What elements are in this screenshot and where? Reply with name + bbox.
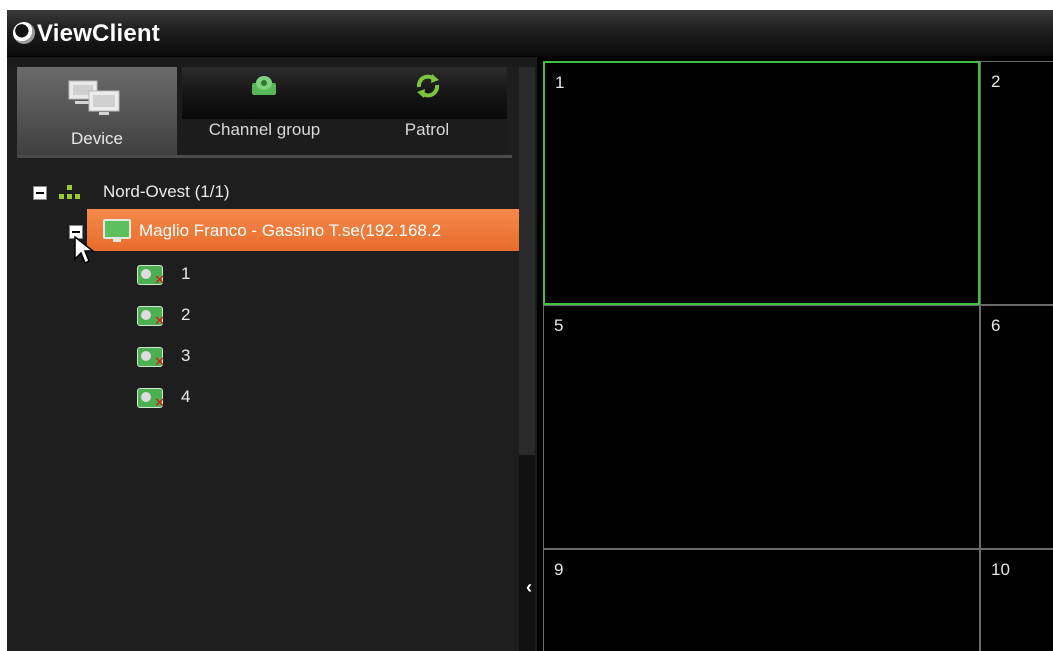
tab-patrol-label: Patrol (404, 120, 450, 139)
mouse-cursor-icon (74, 235, 96, 265)
video-cell-number: 6 (991, 316, 1001, 335)
collapse-toggle-icon[interactable] (33, 186, 47, 200)
video-cell-2[interactable]: 2 (980, 61, 1053, 305)
tab-device-label: Device (71, 129, 123, 148)
patrol-icon (416, 74, 440, 98)
camera-offline-icon (137, 265, 165, 288)
tree-group-nord-ovest[interactable]: Nord-Ovest (1/1) (27, 179, 287, 205)
video-cell-number: 1 (555, 73, 565, 92)
device-monitors-icon (68, 80, 120, 115)
collapse-sidebar-icon[interactable]: ‹ (526, 577, 532, 598)
sidebar-tab-bar: Device Channel group Patrol (17, 67, 507, 157)
tree-device-row[interactable]: Maglio Franco - Gassino T.se(192.168.2 (87, 209, 519, 251)
tree-device-label: Maglio Franco - Gassino T.se(192.168.2 (139, 221, 442, 240)
tab-channel-group[interactable]: Channel group (182, 67, 347, 139)
tree-channel-3[interactable]: 3 (137, 343, 217, 370)
video-cell-number: 2 (991, 72, 1001, 91)
device-monitor-icon (103, 219, 131, 242)
video-cell-number: 10 (991, 560, 1010, 579)
tree-group-label: Nord-Ovest (1/1) (103, 182, 230, 201)
channel-label: 1 (181, 264, 191, 283)
channel-group-icon (252, 76, 276, 95)
viewclient-logo-icon (13, 22, 35, 44)
camera-offline-icon (137, 388, 165, 411)
video-cell-10[interactable]: 10 (980, 549, 1053, 651)
video-cell-6[interactable]: 6 (980, 305, 1053, 549)
tab-patrol[interactable]: Patrol (347, 67, 507, 139)
camera-offline-icon (137, 306, 165, 329)
video-cell-number: 9 (554, 560, 564, 579)
tree-channel-2[interactable]: 2 (137, 302, 217, 329)
tabbar-divider (17, 155, 512, 158)
channel-label: 4 (181, 387, 191, 406)
video-cell-1[interactable]: 1 (543, 61, 980, 305)
camera-offline-icon (137, 347, 165, 370)
video-cell-5[interactable]: 5 (543, 305, 980, 549)
video-cell-number: 5 (554, 316, 564, 335)
tab-device[interactable]: Device (17, 67, 177, 155)
sidebar-panel: Device Channel group Patrol Nord-Ovest (… (7, 67, 535, 651)
video-grid: 1 2 5 6 9 10 (537, 56, 1053, 651)
tree-channel-1[interactable]: 1 (137, 261, 217, 288)
tree-channel-4[interactable]: 4 (137, 384, 217, 411)
title-bar: ViewClient (7, 10, 1053, 57)
tab-channel-group-label: Channel group (208, 120, 321, 139)
viewclient-window: ViewClient Device Channel group Patrol N… (7, 10, 1053, 651)
channel-label: 2 (181, 305, 191, 324)
network-group-icon (59, 185, 81, 201)
app-title: ViewClient (37, 20, 160, 47)
channel-label: 3 (181, 346, 191, 365)
video-cell-9[interactable]: 9 (543, 549, 980, 651)
sidebar-scroll-track-lower (519, 455, 535, 651)
